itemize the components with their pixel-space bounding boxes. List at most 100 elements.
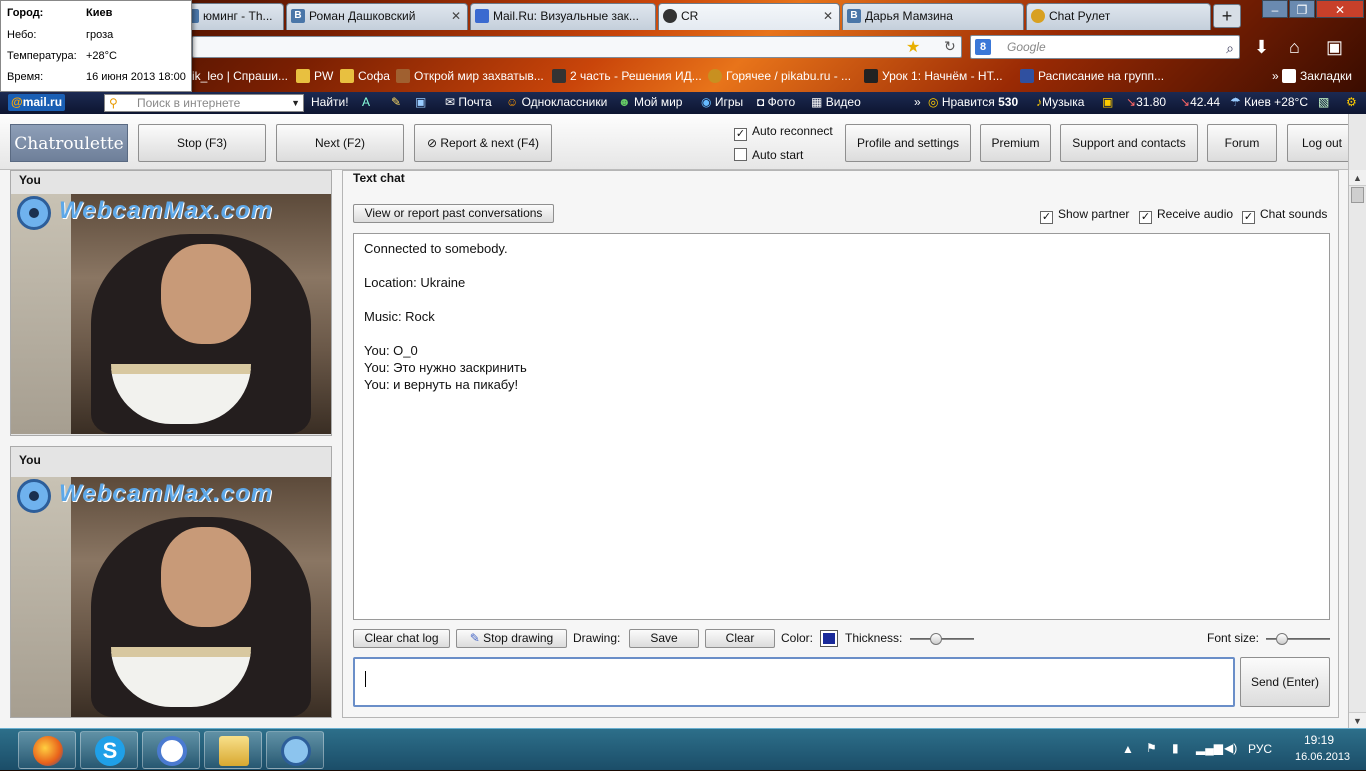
save-drawing-button[interactable]: Save <box>629 629 699 648</box>
mail-link[interactable]: ✉ Почта <box>445 95 492 109</box>
search-icon[interactable]: ⌕ <box>1226 37 1234 59</box>
show-partner-checkbox[interactable]: ✓ Show partner <box>1040 207 1129 224</box>
chevron-down-icon[interactable]: ▼ <box>291 95 300 111</box>
thickness-slider[interactable] <box>910 633 974 645</box>
auto-reconnect-checkbox[interactable]: ✓ Auto reconnect <box>734 124 833 141</box>
odnoklassniki-link[interactable]: ☺ Одноклассники <box>506 95 607 109</box>
webcammax-taskbar-button[interactable] <box>266 731 324 769</box>
download-icon[interactable]: ⬇ <box>1254 37 1269 58</box>
clear-chat-log-button[interactable]: Clear chat log <box>353 629 450 648</box>
mailru-logo[interactable]: @mail.ru <box>8 94 66 111</box>
message-input[interactable] <box>353 657 1235 707</box>
skype-taskbar-button[interactable]: S <box>80 731 138 769</box>
find-button[interactable]: Найти! <box>311 95 349 109</box>
profile-settings-button[interactable]: Profile and settings <box>845 124 971 162</box>
logout-button[interactable]: Log out <box>1287 124 1357 162</box>
bookmark-item[interactable]: Софа <box>340 69 390 83</box>
checkbox-checked[interactable]: ✓ <box>1040 211 1053 224</box>
clock-date[interactable]: 16.06.2013 <box>1295 751 1350 763</box>
bonus-icon[interactable]: ▣ <box>1102 95 1113 109</box>
bookmark-item[interactable]: Расписание на групп... <box>1020 69 1164 83</box>
clear-drawing-button[interactable]: Clear <box>705 629 775 648</box>
chatroulette-logo[interactable]: Chatroulette <box>10 124 128 162</box>
new-tab-button[interactable]: + <box>1213 4 1241 28</box>
minimize-icon[interactable]: – <box>1262 0 1288 18</box>
slider-thumb[interactable] <box>930 633 942 645</box>
checkbox-unchecked[interactable] <box>734 148 747 161</box>
home-icon[interactable]: ⌂ <box>1289 37 1300 58</box>
font-icon[interactable]: A <box>362 95 370 109</box>
page-scrollbar[interactable]: ▲ ▼ <box>1348 170 1366 728</box>
tab-1[interactable]: юминг - Th... <box>180 3 284 30</box>
flag-icon[interactable]: ⚑ <box>1146 741 1157 755</box>
show-hidden-icons[interactable]: ▲ <box>1122 742 1134 756</box>
weather-link[interactable]: ☂ Киев +28°C <box>1230 95 1308 109</box>
send-button[interactable]: Send (Enter) <box>1240 657 1330 707</box>
overflow-icon[interactable]: » <box>914 95 921 109</box>
likes-link[interactable]: ◎ Нравится 530 <box>928 95 1018 109</box>
bookmark-item[interactable]: PW <box>296 69 333 83</box>
usd-rate[interactable]: ↘31.80 <box>1126 95 1166 109</box>
auto-start-checkbox[interactable]: Auto start <box>734 148 803 162</box>
language-indicator[interactable]: РУС <box>1248 742 1272 756</box>
scroll-down-icon[interactable]: ▼ <box>1349 712 1366 728</box>
firefox-taskbar-button[interactable] <box>18 731 76 769</box>
premium-button[interactable]: Premium <box>980 124 1051 162</box>
mailru-icon <box>475 9 489 23</box>
font-size-slider[interactable] <box>1266 633 1330 645</box>
bookmark-item[interactable]: ik_leo | Спраши... <box>192 69 288 83</box>
music-link[interactable]: ♪Музыка <box>1036 95 1084 109</box>
slider-thumb[interactable] <box>1276 633 1288 645</box>
clock-time[interactable]: 19:19 <box>1304 733 1334 747</box>
bookmark-item[interactable]: Открой мир захватыв... <box>396 69 544 83</box>
close-tab-icon[interactable]: ✕ <box>823 4 833 29</box>
past-conversations-button[interactable]: View or report past conversations <box>353 204 554 223</box>
close-tab-icon[interactable]: ✕ <box>451 4 461 29</box>
tab-5[interactable]: В Дарья Мамзина <box>842 3 1024 30</box>
bookmark-item[interactable]: Горячее / pikabu.ru - ... <box>708 69 851 83</box>
color-picker[interactable] <box>820 630 838 647</box>
addon-icon[interactable]: ▣ <box>1326 37 1343 58</box>
video-link[interactable]: ▦ Видео <box>811 95 861 109</box>
search-input[interactable]: 8 Google ⌕ <box>970 35 1240 59</box>
eur-rate[interactable]: ↘42.44 <box>1180 95 1220 109</box>
tab-2[interactable]: В Роман Дашковский ✕ <box>286 3 468 30</box>
explorer-taskbar-button[interactable] <box>204 731 262 769</box>
next-button[interactable]: Next (F2) <box>276 124 404 162</box>
photo-link[interactable]: ◘ Фото <box>757 95 795 109</box>
report-next-button[interactable]: ⊘ Report & next (F4) <box>414 124 552 162</box>
power-icon[interactable]: ▮ <box>1172 741 1179 755</box>
maximize-icon[interactable]: ❐ <box>1289 0 1315 18</box>
mailru-search-input[interactable]: ⚲ Поиск в интернете ▼ <box>104 94 304 112</box>
volume-icon[interactable]: ◀) <box>1224 741 1237 755</box>
tab-6[interactable]: Chat Рулет <box>1026 3 1211 30</box>
bookmarks-menu[interactable]: » Закладки <box>1272 69 1352 83</box>
checkbox-checked[interactable]: ✓ <box>1242 211 1255 224</box>
scroll-thumb[interactable] <box>1351 187 1364 203</box>
forum-button[interactable]: Forum <box>1207 124 1277 162</box>
bookmark-star-icon[interactable]: ★ <box>906 37 920 57</box>
tab-4[interactable]: CR ✕ <box>658 3 840 30</box>
tab-3[interactable]: Mail.Ru: Визуальные зак... <box>470 3 656 30</box>
reload-icon[interactable]: ↻ <box>944 38 956 55</box>
my-world-link[interactable]: ☻ Мой мир <box>618 95 682 109</box>
network-icon[interactable]: ▂▄▆ <box>1196 741 1223 755</box>
checkbox-checked[interactable]: ✓ <box>734 128 747 141</box>
stop-button[interactable]: Stop (F3) <box>138 124 266 162</box>
close-window-icon[interactable]: ✕ <box>1316 0 1364 18</box>
address-bar[interactable] <box>192 36 962 58</box>
bookmark-item[interactable]: 2 часть - Решения ИД... <box>552 69 702 83</box>
checkbox-checked[interactable]: ✓ <box>1139 211 1152 224</box>
chat-sounds-checkbox[interactable]: ✓ Chat sounds <box>1242 207 1327 224</box>
bookmark-item[interactable]: Урок 1: Начнём - НТ... <box>864 69 1003 83</box>
widget-icon[interactable]: ▧ <box>1318 95 1329 109</box>
screen-icon[interactable]: ▣ <box>415 95 426 109</box>
support-button[interactable]: Support and contacts <box>1060 124 1198 162</box>
scroll-up-icon[interactable]: ▲ <box>1349 170 1366 186</box>
app-taskbar-button[interactable] <box>142 731 200 769</box>
pen-icon[interactable]: ✎ <box>391 95 401 109</box>
gear-icon[interactable]: ⚙ <box>1346 95 1357 109</box>
receive-audio-checkbox[interactable]: ✓ Receive audio <box>1139 207 1233 224</box>
stop-drawing-button[interactable]: ✎ Stop drawing <box>456 629 567 648</box>
games-link[interactable]: ◉ Игры <box>701 95 743 109</box>
